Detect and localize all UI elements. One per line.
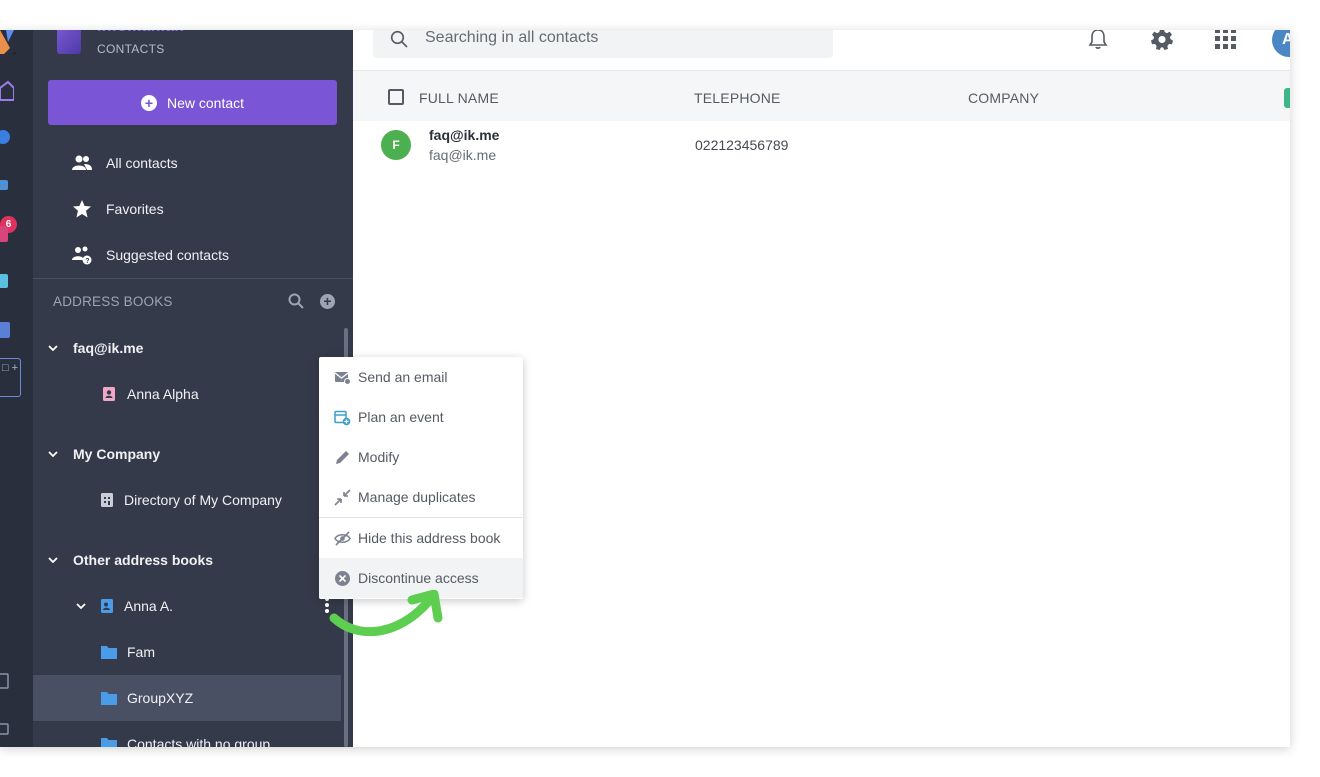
chevron-down-icon[interactable] [47, 342, 59, 354]
kdrive-app-icon[interactable] [0, 272, 12, 292]
group-groupxyz[interactable]: GroupXYZ [33, 675, 341, 721]
address-book-faq[interactable]: faq@ik.me [33, 325, 341, 371]
app-rail: 6 □ + [0, 30, 33, 747]
menu-item-label: Send an email [358, 369, 448, 385]
search-bar[interactable] [373, 30, 833, 58]
divider [33, 278, 353, 279]
new-contact-label: New contact [166, 94, 245, 111]
home-icon[interactable] [0, 80, 14, 102]
column-settings-tab[interactable] [1284, 88, 1290, 108]
add-app-button[interactable]: □ + [0, 358, 21, 397]
app-window: 6 □ + infomaniak CONTACTS + New contact … [0, 30, 1290, 747]
chevron-down-icon[interactable] [47, 448, 59, 460]
column-company[interactable]: COMPANY [968, 90, 1039, 106]
search-icon [390, 30, 408, 48]
contact-name: faq@ik.me [429, 127, 500, 143]
plus-icon: + [140, 94, 157, 111]
address-book-item-directory[interactable]: Directory of My Company [33, 477, 341, 523]
svg-text:?: ? [85, 258, 89, 265]
top-bar: A [353, 30, 1290, 71]
folder-icon [101, 738, 117, 747]
chevron-down-icon[interactable] [75, 600, 87, 612]
address-books-header: ADDRESS BOOKS [53, 294, 173, 309]
mail-app-icon[interactable] [0, 128, 12, 146]
gear-icon[interactable] [1151, 30, 1173, 50]
chevron-down-icon[interactable] [47, 554, 59, 566]
address-book-my-company[interactable]: My Company [33, 431, 341, 477]
contacts-app-icon[interactable] [0, 320, 14, 340]
menu-item-label: Discontinue access [358, 570, 479, 586]
group-label: Contacts with no group [127, 736, 271, 747]
address-book-label: faq@ik.me [73, 340, 144, 356]
menu-item-hide-address-book[interactable]: Hide this address book [319, 518, 523, 558]
address-book-label: Anna Alpha [127, 386, 199, 402]
add-address-book-icon[interactable]: + [320, 294, 335, 309]
address-book-label: Directory of My Company [124, 492, 282, 508]
building-icon [101, 493, 113, 507]
suggested-people-icon: ? [72, 246, 92, 265]
device-icon[interactable] [0, 672, 12, 690]
contacts-logo-icon [57, 30, 81, 54]
brand-name: infomaniak [97, 30, 183, 36]
sidebar: infomaniak CONTACTS + New contact All co… [33, 30, 353, 747]
mail-icon [334, 372, 351, 385]
contact-email: faq@ik.me [429, 147, 497, 163]
user-avatar[interactable]: A [1272, 30, 1290, 57]
group-contacts-no-group[interactable]: Contacts with no group [33, 721, 341, 747]
menu-item-label: Hide this address book [358, 530, 501, 546]
drive-app-icon[interactable] [0, 176, 12, 194]
search-input[interactable] [425, 30, 815, 49]
select-all-checkbox[interactable] [388, 89, 404, 105]
address-book-label: Other address books [73, 552, 214, 568]
merge-icon [334, 489, 351, 506]
contact-telephone: 022123456789 [695, 137, 789, 153]
address-book-item-anna-alpha[interactable]: Anna Alpha [33, 371, 341, 417]
address-book-other[interactable]: Other address books [33, 537, 341, 583]
nav-all-contacts[interactable]: All contacts [33, 143, 353, 183]
nav-all-contacts-label: All contacts [106, 155, 178, 171]
table-row[interactable]: F faq@ik.me faq@ik.me 022123456789 [353, 121, 1290, 171]
group-label: GroupXYZ [127, 690, 194, 706]
search-icon[interactable] [288, 293, 304, 309]
eye-off-icon [334, 531, 351, 546]
menu-item-manage-duplicates[interactable]: Manage duplicates [319, 477, 523, 517]
bell-icon[interactable] [1087, 30, 1109, 50]
close-circle-icon [335, 571, 350, 586]
menu-item-send-email[interactable]: Send an email [319, 357, 523, 397]
contact-book-icon [103, 387, 115, 401]
address-book-anna-a[interactable]: Anna A. [33, 583, 341, 629]
folder-icon [101, 646, 117, 659]
folder-icon [101, 692, 117, 705]
pencil-icon [336, 451, 349, 464]
shared-book-icon [101, 599, 113, 613]
table-header: FULL NAME TELEPHONE COMPANY [353, 71, 1290, 121]
menu-item-label: Manage duplicates [358, 489, 476, 505]
column-full-name[interactable]: FULL NAME [419, 90, 499, 106]
new-contact-button[interactable]: + New contact [48, 80, 337, 125]
brand-subtitle: CONTACTS [97, 42, 165, 56]
apps-grid-icon[interactable] [1215, 30, 1237, 50]
address-book-context-menu: Send an email Plan an event Modify Manag… [319, 357, 523, 599]
nav-favorites[interactable]: Favorites [33, 189, 353, 229]
annotation-arrow-icon [329, 590, 443, 637]
nav-suggested-contacts[interactable]: ? Suggested contacts [33, 235, 353, 275]
support-icon[interactable] [0, 720, 12, 738]
calendar-app-icon[interactable] [0, 224, 12, 244]
menu-item-modify[interactable]: Modify [319, 437, 523, 477]
group-fam[interactable]: Fam [33, 629, 341, 675]
column-telephone[interactable]: TELEPHONE [694, 90, 781, 106]
infomaniak-logo-icon[interactable] [0, 30, 16, 54]
menu-item-label: Modify [358, 449, 400, 465]
menu-item-plan-event[interactable]: Plan an event [319, 397, 523, 437]
address-book-label: My Company [73, 446, 161, 462]
group-label: Fam [127, 644, 155, 660]
nav-suggested-contacts-label: Suggested contacts [106, 247, 229, 263]
people-icon [72, 155, 92, 170]
address-book-label: Anna A. [124, 598, 174, 614]
contact-avatar: F [381, 130, 411, 160]
star-icon [73, 200, 91, 218]
menu-item-label: Plan an event [358, 409, 444, 425]
calendar-add-icon [334, 410, 351, 426]
nav-favorites-label: Favorites [106, 201, 164, 217]
